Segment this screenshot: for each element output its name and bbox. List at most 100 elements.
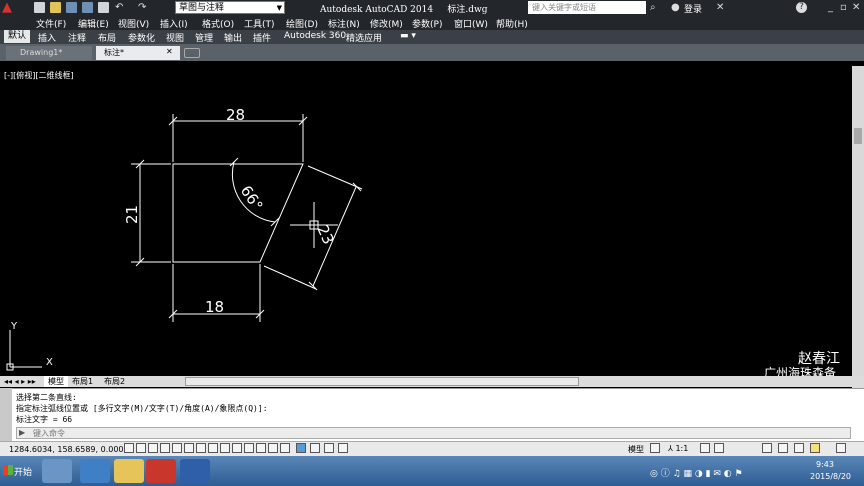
minimize-icon[interactable]: _: [828, 2, 833, 13]
status-toggle-button[interactable]: [310, 443, 320, 453]
menu-item-edit[interactable]: 编辑(E): [78, 17, 109, 30]
dim-slant-ext-top: [307, 165, 363, 190]
horizontal-scrollbar[interactable]: [185, 377, 579, 386]
menu-item-draw[interactable]: 绘图(D): [286, 17, 318, 30]
ribbon-tab-output[interactable]: 输出: [224, 31, 242, 44]
redo-icon[interactable]: ↷: [138, 2, 146, 13]
dim-left-text: 21: [123, 205, 141, 224]
login-button[interactable]: 登录: [684, 2, 702, 15]
layout-tab-layout2[interactable]: 布局2: [104, 376, 125, 387]
ribbon-tab-annotate[interactable]: 注释: [68, 31, 86, 44]
clean-screen-button[interactable]: [836, 443, 846, 453]
print-icon[interactable]: [98, 2, 109, 13]
ribbon-tab-view[interactable]: 视图: [166, 31, 184, 44]
workspace-switch-button[interactable]: [762, 443, 772, 453]
file-name: 标注.dwg: [447, 5, 488, 15]
status-toggle-button[interactable]: [324, 443, 334, 453]
ribbon-tab-manage[interactable]: 管理: [195, 31, 213, 44]
ribbon-tab-layout[interactable]: 布局: [98, 31, 116, 44]
workspace-select-value: 草图与注释: [179, 3, 225, 13]
taskbar-app-icon[interactable]: [42, 459, 72, 483]
model-space-button[interactable]: 模型: [628, 444, 644, 455]
ducs-button[interactable]: [208, 443, 218, 453]
command-prompt-icon[interactable]: ▶: [19, 428, 25, 437]
ribbon-tab-autodesk360[interactable]: Autodesk 360: [284, 31, 346, 41]
snap-mode-button[interactable]: [124, 443, 134, 453]
layout-nav-arrows[interactable]: ◂◂ ◂ ▸ ▸▸: [4, 376, 36, 387]
menu-item-help[interactable]: 帮助(H): [496, 17, 528, 30]
save-as-icon[interactable]: [82, 2, 93, 13]
menu-item-format[interactable]: 格式(O): [202, 17, 234, 30]
layout-tab-model[interactable]: 模型: [44, 376, 68, 387]
restore-icon[interactable]: ▫: [840, 2, 847, 13]
workspace-select[interactable]: 草图与注释 ▼: [175, 1, 285, 14]
auto-scale-button[interactable]: [714, 443, 724, 453]
folder-icon[interactable]: [114, 459, 144, 483]
menu-item-insert[interactable]: 插入(I): [160, 17, 188, 30]
undo-icon[interactable]: ↶: [115, 2, 123, 13]
osnap-button[interactable]: [172, 443, 182, 453]
menu-item-file[interactable]: 文件(F): [36, 17, 66, 30]
qp-button[interactable]: [256, 443, 266, 453]
menu-item-window[interactable]: 窗口(W): [454, 17, 488, 30]
save-icon[interactable]: [66, 2, 77, 13]
lock-icon[interactable]: [778, 443, 788, 453]
otrack-button[interactable]: [196, 443, 206, 453]
ribbon-toggle-icon[interactable]: ▬ ▾: [400, 31, 416, 41]
autocad-taskbar-icon[interactable]: [146, 459, 176, 483]
transparency-button[interactable]: [244, 443, 254, 453]
polar-button[interactable]: [160, 443, 170, 453]
annotation-visibility-button[interactable]: [700, 443, 710, 453]
help-icon[interactable]: ?: [796, 2, 807, 13]
command-history-line: 指定标注弧线位置或 [多行文字(M)/文字(T)/角度(A)/象限点(Q)]:: [16, 404, 268, 413]
quick-view-layouts-button[interactable]: [650, 443, 660, 453]
menu-item-dimension[interactable]: 标注(N): [328, 17, 360, 30]
ribbon-tab-insert[interactable]: 插入: [38, 31, 56, 44]
isolate-objects-button[interactable]: [810, 443, 820, 453]
3d-osnap-button[interactable]: [184, 443, 194, 453]
app-menu-icon[interactable]: ▲: [2, 1, 20, 15]
menu-item-view[interactable]: 视图(V): [118, 17, 149, 30]
tray-icons[interactable]: ◎ ⓘ ♫ ▦ ◑ ▮ ✉ ◐ ⚑: [650, 466, 743, 479]
drawing-canvas[interactable]: 28 21 18 66° 23 Y X: [0, 62, 852, 376]
ucs-x-label: X: [46, 357, 53, 368]
ribbon-tab-parametric[interactable]: 参数化: [128, 31, 155, 44]
grid-button[interactable]: [136, 443, 146, 453]
ribbon-tab-plugins[interactable]: 插件: [253, 31, 271, 44]
lineweight-button[interactable]: [232, 443, 242, 453]
ie-icon[interactable]: [80, 459, 110, 483]
command-input[interactable]: 键入命令: [16, 427, 851, 439]
menu-item-tools[interactable]: 工具(T): [244, 17, 275, 30]
menu-item-modify[interactable]: 修改(M): [370, 17, 403, 30]
word-icon[interactable]: [180, 459, 210, 483]
vertical-scrollbar[interactable]: [852, 66, 864, 388]
ribbon-tab-featured-apps[interactable]: 精选应用: [346, 31, 382, 44]
ribbon-tab-default[interactable]: 默认: [4, 30, 30, 43]
exchange-icon[interactable]: ✕: [716, 2, 724, 13]
ucs-y-label: Y: [10, 321, 18, 332]
dim-slant-text: 23: [313, 222, 337, 247]
open-file-icon[interactable]: [50, 2, 61, 13]
status-toggle-button[interactable]: [296, 443, 306, 453]
new-tab-button[interactable]: [184, 48, 200, 58]
annotation-scale[interactable]: ⅄ 1:1: [668, 444, 688, 453]
close-icon[interactable]: ✕: [852, 2, 860, 13]
dyn-button[interactable]: [220, 443, 230, 453]
new-file-icon[interactable]: [34, 2, 45, 13]
sc-button[interactable]: [268, 443, 278, 453]
am-button[interactable]: [280, 443, 290, 453]
menu-item-parametric[interactable]: 参数(P): [412, 17, 442, 30]
doc-tab-close-icon[interactable]: ✕: [166, 47, 173, 56]
command-window-handle[interactable]: [0, 388, 12, 441]
ortho-button[interactable]: [148, 443, 158, 453]
status-toggle-button[interactable]: [338, 443, 348, 453]
search-icon[interactable]: ⌕: [650, 2, 656, 13]
dim-slant-ext-bottom: [263, 265, 317, 290]
dim-slant-tick-top: [352, 182, 362, 192]
layout-tab-layout1[interactable]: 布局1: [72, 376, 93, 387]
search-input[interactable]: 键入关键字或短语: [528, 1, 646, 14]
user-icon[interactable]: ●: [671, 2, 680, 13]
doc-tab-drawing1[interactable]: Drawing1*: [6, 46, 92, 60]
vertical-scrollbar-thumb[interactable]: [854, 128, 862, 144]
hardware-acceleration-button[interactable]: [794, 443, 804, 453]
